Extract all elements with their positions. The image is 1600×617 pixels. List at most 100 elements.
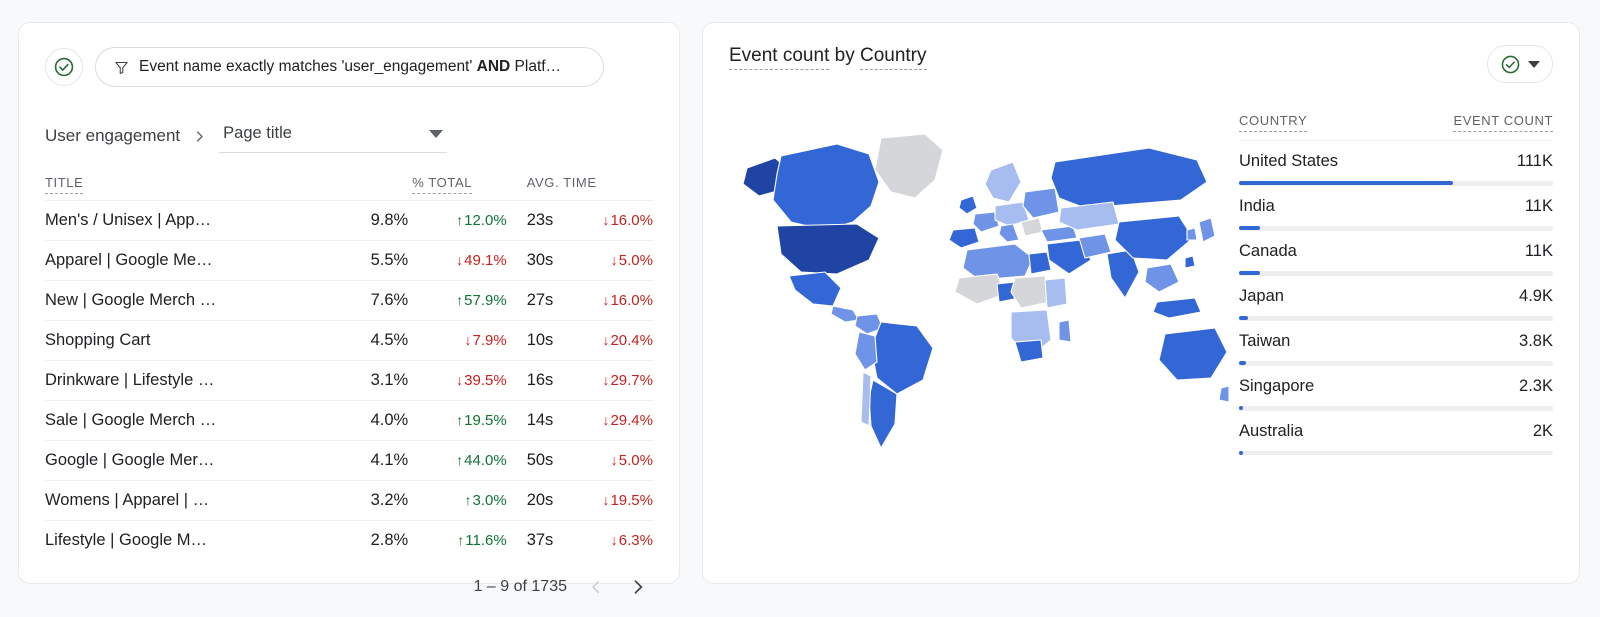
map-region-australia (1159, 328, 1227, 380)
cell-delta-time: ↓20.4% (602, 321, 653, 361)
cell-percent: 4.0% (336, 401, 412, 441)
dimension-select[interactable]: Page title (219, 119, 447, 153)
cell-delta-total: ↑44.0% (412, 441, 506, 481)
cell-avg-time: 14s (507, 401, 603, 441)
map-region-chile (861, 372, 871, 426)
check-circle-icon[interactable] (45, 48, 83, 86)
geo-row[interactable]: Australia2K (1239, 410, 1553, 455)
geo-card-body: COUNTRY EVENT COUNT United States111KInd… (729, 91, 1553, 491)
pages-table: TITLE % TOTAL AVG. TIME Men's / Unisex |… (45, 169, 653, 560)
table-row[interactable]: Apparel | Google Me…5.5%↓49.1%30s↓5.0% (45, 241, 653, 281)
cell-percent: 5.5% (336, 241, 412, 281)
geo-country-name: Taiwan (1239, 332, 1290, 351)
cell-delta-time: ↓6.3% (602, 521, 653, 561)
filter-chip[interactable]: Event name exactly matches 'user_engagem… (95, 47, 604, 87)
arrow-up-icon: ↑ (456, 292, 463, 308)
cell-delta-time: ↓19.5% (602, 481, 653, 521)
cell-percent: 3.1% (336, 361, 412, 401)
map-region-italy (999, 224, 1019, 242)
geo-row[interactable]: Taiwan3.8K (1239, 320, 1553, 365)
cell-delta-total: ↓39.5% (412, 361, 506, 401)
column-header-pct-total[interactable]: % TOTAL (412, 169, 506, 201)
map-region-iberia (949, 228, 979, 248)
arrow-up-icon: ↑ (457, 532, 464, 548)
map-region-brazil (871, 322, 933, 394)
map-region-north-africa (963, 244, 1033, 280)
arrow-up-icon: ↑ (456, 412, 463, 428)
cell-title[interactable]: Drinkware | Lifestyle … (45, 361, 336, 401)
table-row[interactable]: Sale | Google Merch …4.0%↑19.5%14s↓29.4% (45, 401, 653, 441)
table-row[interactable]: New | Google Merch …7.6%↑57.9%27s↓16.0% (45, 281, 653, 321)
cell-title[interactable]: Womens | Apparel | … (45, 481, 336, 521)
map-region-korea (1187, 228, 1197, 240)
arrow-down-icon: ↓ (611, 252, 618, 268)
chart-title-metric[interactable]: Event count (729, 45, 829, 70)
geo-rows: United States111KIndia11KCanada11KJapan4… (1239, 140, 1553, 455)
arrow-down-icon: ↓ (602, 332, 609, 348)
cell-title[interactable]: Shopping Cart (45, 321, 336, 361)
geo-event-count: 11K (1525, 197, 1553, 216)
table-row[interactable]: Womens | Apparel | …3.2%↑3.0%20s↓19.5% (45, 481, 653, 521)
geo-row[interactable]: Singapore2.3K (1239, 365, 1553, 410)
geo-row[interactable]: Canada11K (1239, 230, 1553, 275)
table-row[interactable]: Shopping Cart4.5%↓7.9%10s↓20.4% (45, 321, 653, 361)
map-region-mexico (789, 272, 841, 306)
map-region-peru (855, 332, 877, 370)
table-row[interactable]: Drinkware | Lifestyle …3.1%↓39.5%16s↓29.… (45, 361, 653, 401)
arrow-down-icon: ↓ (602, 372, 609, 388)
cell-percent: 7.6% (336, 281, 412, 321)
column-header-avg-time[interactable]: AVG. TIME (507, 169, 603, 201)
cell-title[interactable]: Lifestyle | Google M… (45, 521, 336, 561)
geo-event-count: 11K (1525, 242, 1553, 261)
geo-status-dropdown[interactable] (1487, 45, 1553, 83)
map-region-japan (1199, 218, 1215, 242)
cell-delta-total: ↑12.0% (412, 201, 506, 241)
cell-percent: 4.5% (336, 321, 412, 361)
world-choropleth-map[interactable] (729, 91, 1229, 491)
geo-header-country[interactable]: COUNTRY (1239, 113, 1307, 132)
cell-title[interactable]: Sale | Google Merch … (45, 401, 336, 441)
table-row[interactable]: Men's / Unisex | App…9.8%↑12.0%23s↓16.0% (45, 201, 653, 241)
arrow-up-icon: ↑ (464, 492, 471, 508)
cell-avg-time: 37s (507, 521, 603, 561)
chevron-right-icon[interactable] (625, 574, 651, 600)
cell-delta-time: ↓16.0% (602, 201, 653, 241)
cell-percent: 3.2% (336, 481, 412, 521)
cell-percent: 9.8% (336, 201, 412, 241)
cell-percent: 2.8% (336, 521, 412, 561)
arrow-down-icon: ↓ (602, 492, 609, 508)
chevron-right-icon (192, 129, 207, 144)
cell-avg-time: 23s (507, 201, 603, 241)
map-region-southeast-asia (1145, 264, 1179, 292)
cell-title[interactable]: New | Google Merch … (45, 281, 336, 321)
geo-list-header: COUNTRY EVENT COUNT (1239, 113, 1553, 140)
filter-row: Event name exactly matches 'user_engagem… (45, 45, 653, 89)
geo-row[interactable]: Japan4.9K (1239, 275, 1553, 320)
pagination-range: 1 – 9 of 1735 (474, 578, 567, 596)
map-region-east-africa (1045, 278, 1067, 308)
geo-row[interactable]: India11K (1239, 185, 1553, 230)
map-region-eastern-europe (1023, 188, 1059, 218)
table-row[interactable]: Google | Google Mer…4.1%↑44.0%50s↓5.0% (45, 441, 653, 481)
filter-funnel-icon (114, 60, 129, 75)
cell-delta-total: ↑57.9% (412, 281, 506, 321)
cell-delta-total: ↑11.6% (412, 521, 506, 561)
geo-row[interactable]: United States111K (1239, 140, 1553, 185)
cell-title[interactable]: Google | Google Mer… (45, 441, 336, 481)
cell-title[interactable]: Apparel | Google Me… (45, 241, 336, 281)
chevron-left-icon[interactable] (583, 574, 609, 600)
table-row[interactable]: Lifestyle | Google M…2.8%↑11.6%37s↓6.3% (45, 521, 653, 561)
map-region-uk-ireland (959, 196, 977, 214)
breadcrumb-parent[interactable]: User engagement (45, 126, 180, 146)
cell-title[interactable]: Men's / Unisex | App… (45, 201, 336, 241)
arrow-down-icon: ↓ (456, 372, 463, 388)
geo-bar-fill (1239, 451, 1243, 455)
chart-title-dimension[interactable]: Country (860, 45, 927, 70)
filter-chip-text: Event name exactly matches 'user_engagem… (139, 58, 561, 76)
geo-header-metric[interactable]: EVENT COUNT (1453, 113, 1553, 132)
arrow-up-icon: ↑ (456, 212, 463, 228)
cell-avg-time: 16s (507, 361, 603, 401)
check-circle-icon (1500, 54, 1521, 75)
column-header-title[interactable]: TITLE (45, 169, 336, 201)
cell-delta-total: ↓7.9% (412, 321, 506, 361)
